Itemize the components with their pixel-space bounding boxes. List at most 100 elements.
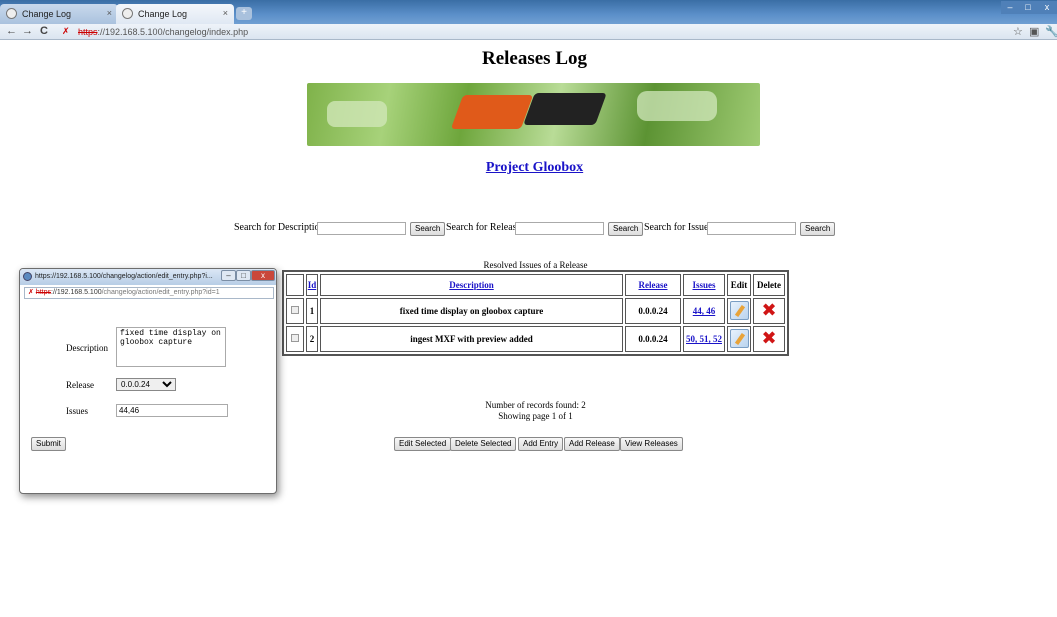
sort-issues-link[interactable]: Issues [692,280,715,290]
wrench-icon[interactable]: 🔧 [1045,25,1057,38]
table-row: 2 ingest MXF with preview added 0.0.0.24… [286,326,785,352]
project-link[interactable]: Project Gloobox [0,160,1057,176]
records-info: Number of records found: 2 Showing page … [282,400,789,422]
row-issues-cell: 50, 51, 52 [683,326,725,352]
edit-entry-popup: https://192.168.5.100/changelog/action/e… [19,268,277,494]
popup-minimize-button[interactable]: – [221,270,236,281]
popup-address-path: /changelog/action/edit_entry.php?id=1 [101,289,220,296]
row-description: ingest MXF with preview added [320,326,623,352]
sort-description-link[interactable]: Description [449,280,494,290]
row-delete-cell: ✖ [753,326,785,352]
row-release: 0.0.0.24 [625,326,681,352]
tab-label: Change Log [22,9,72,19]
view-releases-button[interactable]: View Releases [620,437,683,451]
address-rest: ://192.168.5.100/changelog/index.php [97,27,249,37]
row-issues-cell: 44, 46 [683,298,725,324]
browser-toolbar: ← → C ✗ https://192.168.5.100/changelog/… [0,24,1057,40]
search-description-label: Search for Description: [234,222,328,233]
maximize-button[interactable]: □ [1019,1,1037,14]
row-checkbox[interactable] [291,306,299,314]
popup-address-host: ://192.168.5.100 [51,289,102,296]
new-tab-button[interactable]: + [236,7,252,20]
release-label: Release [66,380,94,390]
reload-button[interactable]: C [40,25,48,37]
row-issues-link[interactable]: 44, 46 [693,306,716,316]
delete-header: Delete [753,274,785,296]
issues-header: Issues [683,274,725,296]
row-checkbox[interactable] [291,334,299,342]
select-header [286,274,304,296]
insecure-lock-icon[interactable]: ✗ [62,26,70,37]
row-edit-cell [727,298,751,324]
popup-title: https://192.168.5.100/changelog/action/e… [35,273,213,280]
issues-label: Issues [66,406,88,416]
close-window-button[interactable]: x [1037,1,1057,14]
globe-icon [122,8,133,19]
issues-table: Id Description Release Issues Edit Delet… [282,270,789,356]
tab-label: Change Log [138,9,188,19]
sort-id-link[interactable]: Id [308,280,317,290]
forward-button[interactable]: → [22,25,33,37]
bookmark-star-icon[interactable]: ☆ [1013,25,1023,38]
records-page: Showing page 1 of 1 [498,411,573,421]
page-title: Releases Log [481,48,587,69]
release-header: Release [625,274,681,296]
row-delete-cell: ✖ [753,298,785,324]
search-issues-button[interactable]: Search [800,222,836,236]
table-caption: Resolved Issues of a Release [483,260,588,270]
submit-button[interactable]: Submit [31,437,66,451]
popup-address-bar[interactable]: ✗ https://192.168.5.100/changelog/action… [24,287,274,299]
description-textarea[interactable]: fixed time display on gloobox capture [116,327,226,367]
puzzle-banner-image [307,83,760,146]
search-release-input[interactable] [515,222,604,235]
records-count: Number of records found: 2 [485,400,586,410]
search-description-button[interactable]: Search [410,222,446,236]
minimize-button[interactable]: – [1001,1,1019,14]
search-description-input[interactable] [317,222,406,235]
table-header-row: Id Description Release Issues Edit Delet… [286,274,785,296]
row-id: 1 [306,298,318,324]
tab-change-log-2[interactable]: Change Log × [116,4,234,24]
row-description: fixed time display on gloobox capture [320,298,623,324]
description-header: Description [320,274,623,296]
id-header: Id [306,274,318,296]
page-action-icon[interactable]: ▣ [1029,25,1039,38]
close-tab-icon[interactable]: × [223,8,228,18]
delete-icon[interactable]: ✖ [761,302,776,320]
row-edit-cell [727,326,751,352]
edit-icon[interactable] [729,300,749,320]
edit-header: Edit [727,274,751,296]
popup-maximize-button[interactable]: □ [236,270,251,281]
address-scheme: https [78,27,98,37]
delete-icon[interactable]: ✖ [761,330,776,348]
tab-change-log-1[interactable]: Change Log × [0,4,118,24]
popup-address-scheme: https [35,289,51,296]
release-select[interactable]: 0.0.0.24 [116,378,176,391]
row-id: 2 [306,326,318,352]
address-bar[interactable]: https://192.168.5.100/changelog/index.ph… [70,25,990,39]
insecure-lock-icon: ✗ [28,289,36,296]
description-label: Description [66,343,108,353]
back-button[interactable]: ← [6,25,17,37]
add-release-button[interactable]: Add Release [564,437,620,451]
edit-icon[interactable] [729,328,749,348]
chrome-icon [23,272,32,281]
row-select-cell [286,326,304,352]
close-tab-icon[interactable]: × [107,8,112,18]
delete-selected-button[interactable]: Delete Selected [450,437,517,451]
issues-input[interactable] [116,404,228,417]
edit-selected-button[interactable]: Edit Selected [394,437,452,451]
globe-icon [6,8,17,19]
search-release-button[interactable]: Search [608,222,644,236]
row-issues-link[interactable]: 50, 51, 52 [686,334,722,344]
search-issues-label: Search for Issues: [644,222,716,233]
row-select-cell [286,298,304,324]
browser-titlebar: Change Log × Change Log × + – □ x [0,0,1057,24]
add-entry-button[interactable]: Add Entry [518,437,564,451]
popup-close-button[interactable]: x [251,270,275,281]
search-release-label: Search for Release: [446,222,524,233]
table-row: 1 fixed time display on gloobox capture … [286,298,785,324]
sort-release-link[interactable]: Release [639,280,668,290]
search-issues-input[interactable] [707,222,796,235]
row-release: 0.0.0.24 [625,298,681,324]
